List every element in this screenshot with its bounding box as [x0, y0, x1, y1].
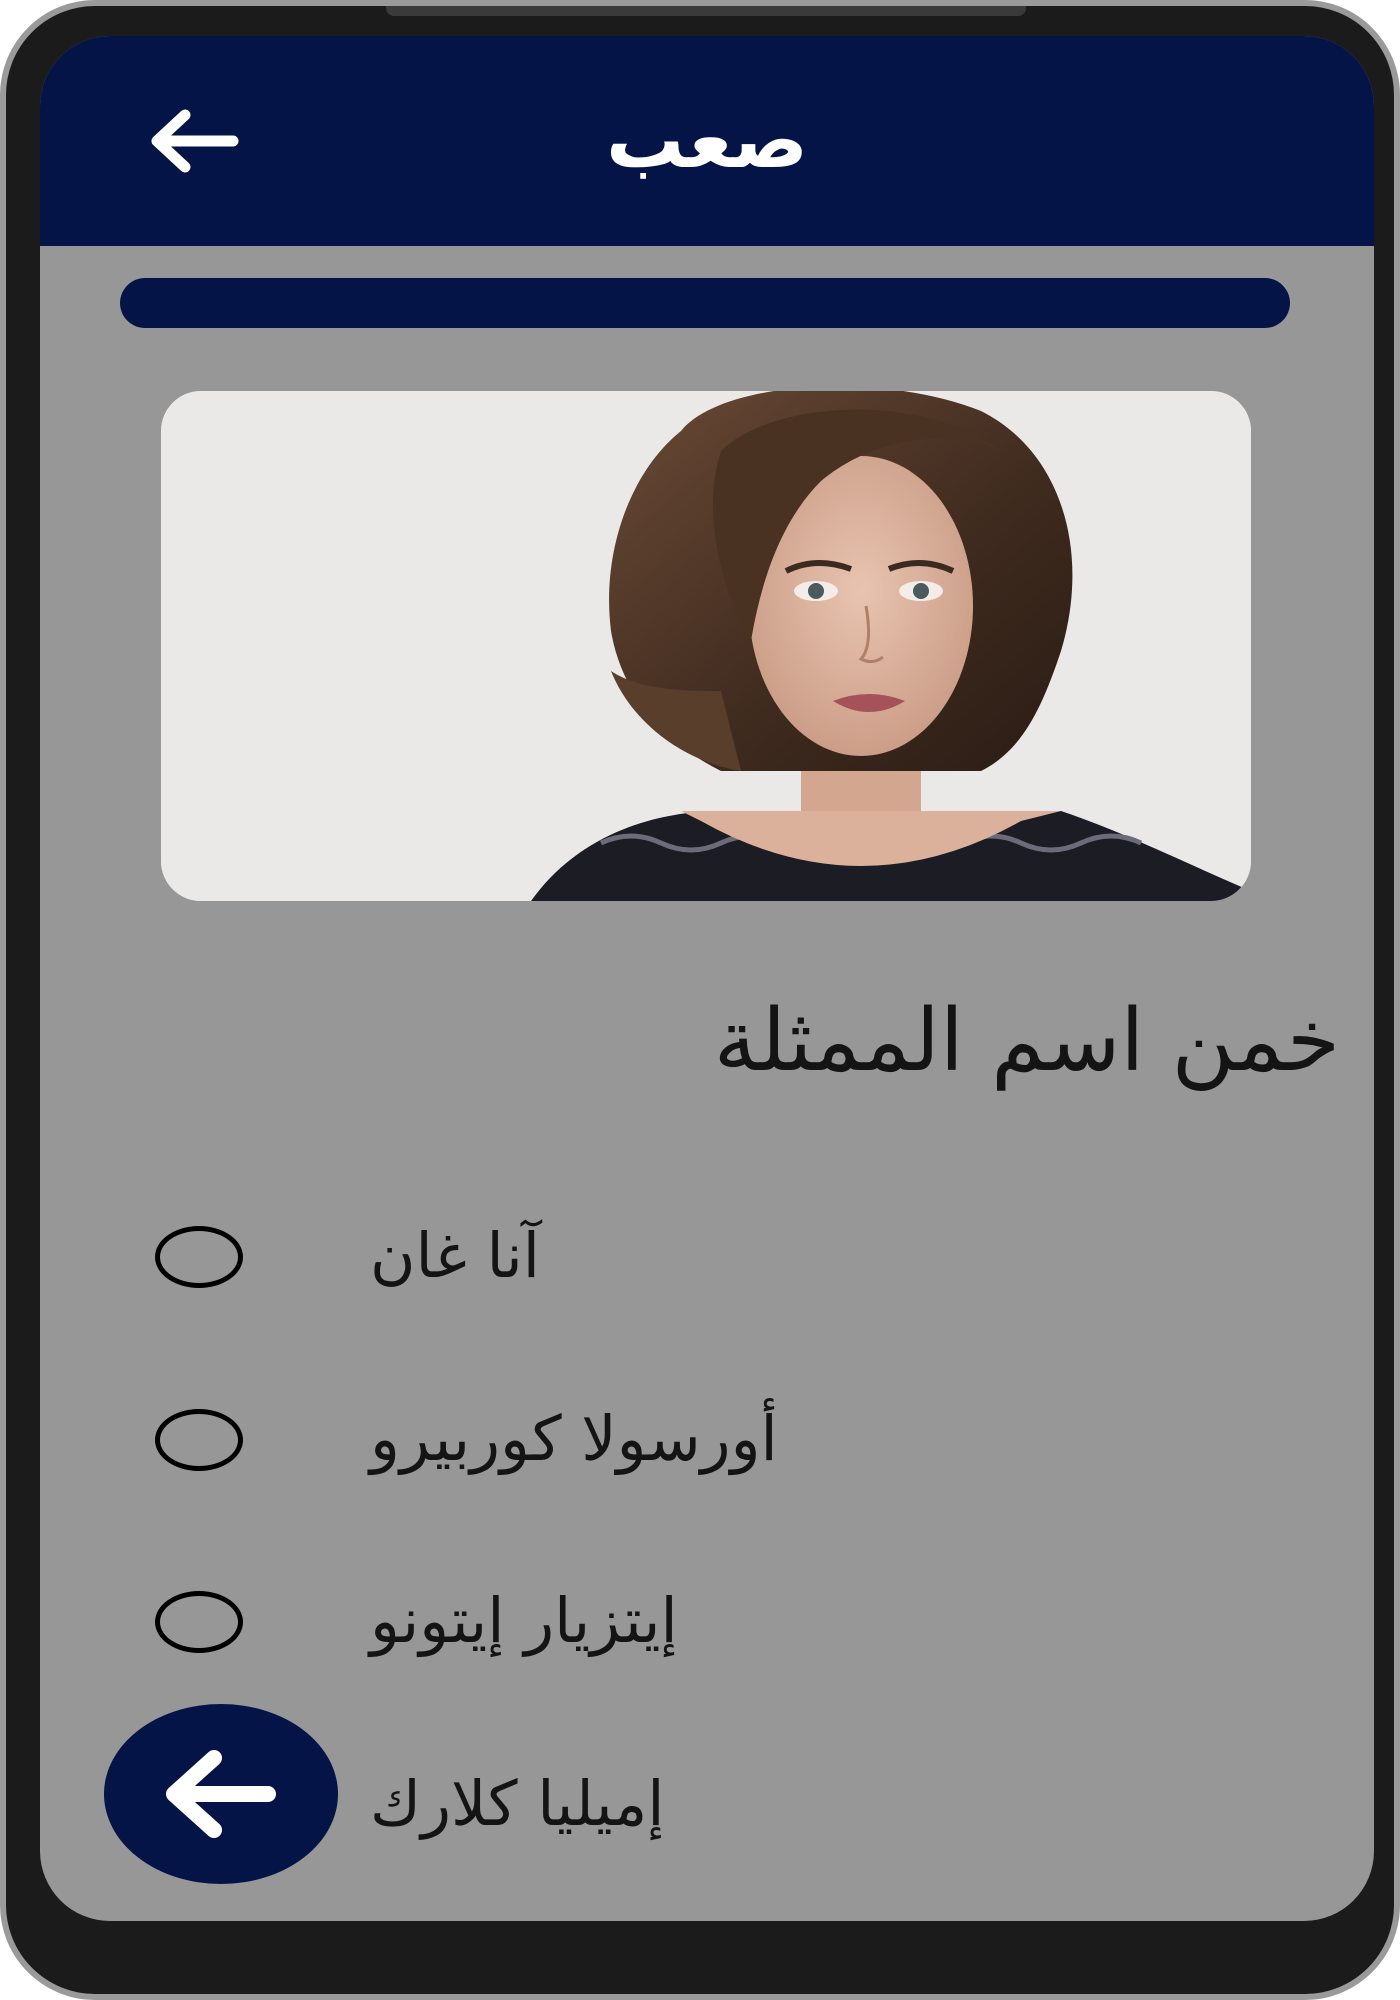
option-label: إيتزيار إيتونو	[370, 1584, 678, 1657]
option-label: أورسولا كوربيرو	[370, 1402, 778, 1475]
option-row-2[interactable]: أورسولا كوربيرو	[140, 1384, 1240, 1494]
actress-photo-illustration	[161, 391, 1251, 901]
question-text: خمن اسم الممثلة	[713, 991, 1340, 1091]
next-fab-button[interactable]	[104, 1704, 338, 1884]
arrow-left-icon	[166, 1750, 276, 1838]
option-label: آنا غان	[370, 1219, 540, 1292]
page-title: صعب	[606, 96, 808, 186]
radio-button[interactable]	[155, 1226, 243, 1288]
option-row-1[interactable]: آنا غان	[140, 1201, 1240, 1311]
progress-bar	[120, 278, 1290, 328]
option-label: إميليا كلارك	[370, 1767, 665, 1840]
app-screen: صعب خمن اسم الممثلة آنا غان أورسولا كورب…	[40, 36, 1374, 1921]
option-row-3[interactable]: إيتزيار إيتونو	[140, 1566, 1240, 1676]
progress-bar-fill	[120, 278, 1290, 328]
phone-frame: صعب خمن اسم الممثلة آنا غان أورسولا كورب…	[0, 0, 1400, 2000]
radio-button[interactable]	[155, 1409, 243, 1471]
app-bar: صعب	[40, 36, 1374, 246]
phone-top-edge	[386, 6, 1026, 16]
radio-button[interactable]	[155, 1591, 243, 1653]
actress-photo	[161, 391, 1251, 901]
